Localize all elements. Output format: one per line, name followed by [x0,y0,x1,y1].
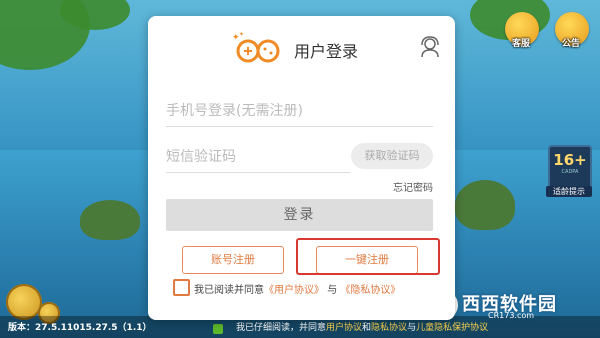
island-decoration [80,200,140,240]
age-rating-org: CADPA [561,169,579,175]
onekey-register-highlight [296,238,440,275]
user-agreement-link[interactable]: 《用户协议》 [264,285,324,296]
gold-coin-decoration [6,284,42,320]
customer-service-icon[interactable] [418,35,442,59]
get-code-button[interactable]: 获取验证码 [351,143,433,169]
phone-input[interactable]: 手机号登录(无需注册) [166,100,433,127]
age-rating-label: 适龄提示 [546,186,592,197]
forgot-password-link[interactable]: 忘记密码 [393,179,433,194]
sms-placeholder: 短信验证码 [166,149,236,165]
version-text: 版本：27.5.11015.27.5（1.1） [8,323,152,333]
gamepad-logo-icon: ✦ ✦ [232,31,280,63]
island-decoration [455,180,515,230]
watermark-url: CR173.com [488,311,535,320]
bottom-privacy-link[interactable]: 隐私协议 [371,323,407,333]
sms-code-input[interactable]: 短信验证码 [166,146,350,173]
agreement-text: 我已阅读并同意《用户协议》 与 《隐私协议》 [194,285,401,296]
login-button[interactable]: 登录 [166,199,433,231]
bottom-child-privacy-link[interactable]: 儿童隐私保护协议 [416,323,488,333]
privacy-policy-link[interactable]: 《隐私协议》 [340,285,400,296]
announcement-label: 公告 [562,39,581,49]
dialog-title: 用户登录 [294,42,359,61]
age-rating: 16+ [553,151,587,169]
login-dialog: ✦ ✦ 用户登录 手机号登录(无需注册) 短信验证码 获取验证码 忘记密码 登录… [148,16,455,320]
bottom-user-agreement-link[interactable]: 用户协议 [326,323,362,333]
agreement-checkbox[interactable] [173,279,190,296]
service-label: 客服 [512,39,531,49]
svg-text:✦: ✦ [239,31,244,38]
bottom-agree-checkbox[interactable] [213,324,223,334]
phone-placeholder: 手机号登录(无需注册) [166,103,303,119]
account-register-button[interactable]: 账号注册 [182,246,284,274]
